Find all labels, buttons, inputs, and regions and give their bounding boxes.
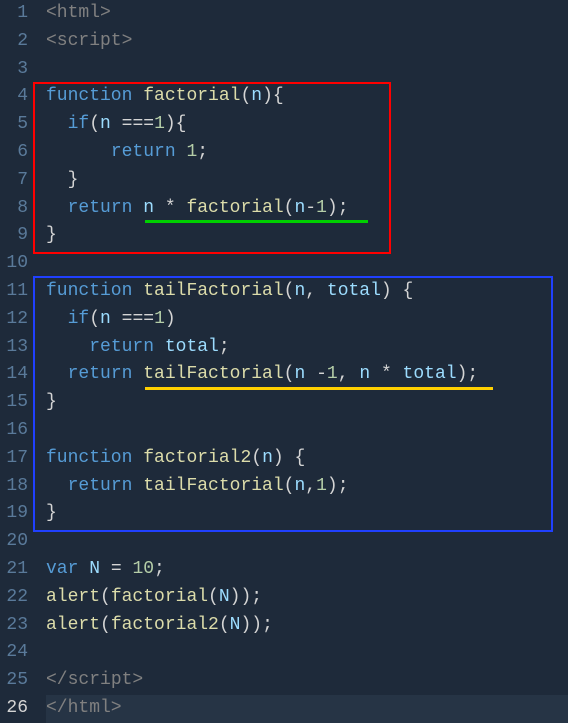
line-number: 3 [4, 56, 28, 84]
line-number: 20 [4, 528, 28, 556]
code-line: } [46, 167, 568, 195]
code-editor: 1 2 3 4 5 6 7 8 9 10 11 12 13 14 15 16 1… [0, 0, 568, 723]
line-number: 19 [4, 500, 28, 528]
line-number: 6 [4, 139, 28, 167]
code-line: function tailFactorial(n, total) { [46, 278, 568, 306]
code-line: return tailFactorial(n -1, n * total); [46, 361, 568, 389]
line-number: 7 [4, 167, 28, 195]
code-line [46, 417, 568, 445]
code-line: if(n ===1){ [46, 111, 568, 139]
code-line: </script> [46, 667, 568, 695]
code-line [46, 250, 568, 278]
code-line: <script> [46, 28, 568, 56]
code-line: function factorial2(n) { [46, 445, 568, 473]
line-number: 11 [4, 278, 28, 306]
code-line: alert(factorial(N)); [46, 584, 568, 612]
code-line: return total; [46, 334, 568, 362]
code-area[interactable]: <html> <script> function factorial(n){ i… [36, 0, 568, 723]
code-line: var N = 10; [46, 556, 568, 584]
code-line [46, 528, 568, 556]
code-line: return tailFactorial(n,1); [46, 473, 568, 501]
line-number: 22 [4, 584, 28, 612]
code-line: } [46, 500, 568, 528]
line-number: 25 [4, 667, 28, 695]
line-number: 10 [4, 250, 28, 278]
line-number: 24 [4, 639, 28, 667]
line-number: 5 [4, 111, 28, 139]
line-number: 16 [4, 417, 28, 445]
line-number: 1 [4, 0, 28, 28]
code-line: </html> [46, 695, 568, 723]
code-line: if(n ===1) [46, 306, 568, 334]
line-number: 23 [4, 612, 28, 640]
line-number: 13 [4, 334, 28, 362]
line-number: 18 [4, 473, 28, 501]
code-line: function factorial(n){ [46, 83, 568, 111]
line-number: 14 [4, 361, 28, 389]
line-number: 26 [4, 695, 28, 723]
line-number: 12 [4, 306, 28, 334]
code-line: return 1; [46, 139, 568, 167]
code-line: } [46, 222, 568, 250]
code-line: alert(factorial2(N)); [46, 612, 568, 640]
code-line: return n * factorial(n-1); [46, 195, 568, 223]
line-number: 17 [4, 445, 28, 473]
line-number: 4 [4, 83, 28, 111]
line-number: 21 [4, 556, 28, 584]
line-number: 15 [4, 389, 28, 417]
line-number-gutter: 1 2 3 4 5 6 7 8 9 10 11 12 13 14 15 16 1… [0, 0, 36, 723]
code-line [46, 56, 568, 84]
line-number: 8 [4, 195, 28, 223]
code-line: } [46, 389, 568, 417]
code-line [46, 639, 568, 667]
code-line: <html> [46, 0, 568, 28]
line-number: 2 [4, 28, 28, 56]
line-number: 9 [4, 222, 28, 250]
